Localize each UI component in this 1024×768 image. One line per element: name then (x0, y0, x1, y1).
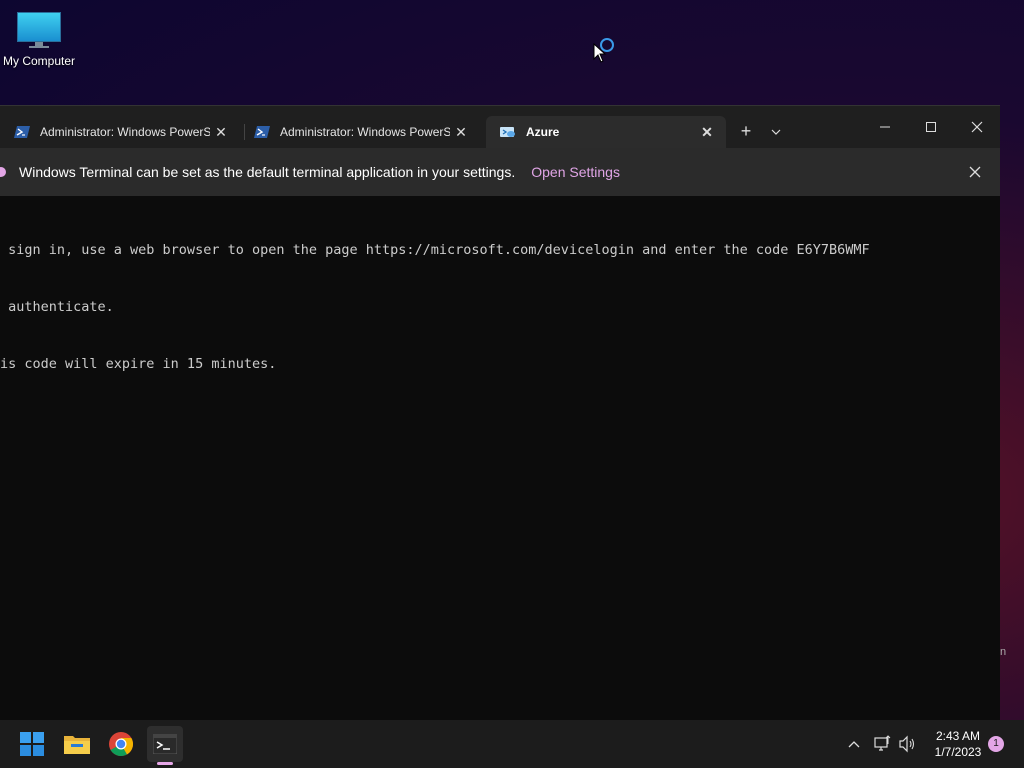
chevron-down-icon (771, 129, 781, 135)
infobar-message: Windows Terminal can be set as the defau… (19, 164, 516, 180)
tab-label: Administrator: Windows PowerShell (280, 125, 450, 139)
chrome-button[interactable] (103, 726, 139, 762)
chevron-up-icon (848, 741, 860, 748)
close-icon (971, 121, 983, 133)
tab-close-button[interactable]: ✕ (696, 124, 718, 141)
new-tab-button[interactable]: + (734, 120, 758, 144)
notification-badge[interactable]: 1 (988, 736, 1004, 752)
tab-label: Administrator: Windows PowerShell (40, 125, 210, 139)
tab-azure[interactable]: Azure ✕ (486, 116, 726, 148)
chrome-icon (109, 732, 133, 756)
open-settings-link[interactable]: Open Settings (531, 164, 620, 180)
tab-dropdown-button[interactable] (764, 120, 788, 144)
tab-close-button[interactable]: ✕ (210, 124, 232, 141)
desktop-icon-label: My Computer (2, 54, 76, 68)
show-hidden-icons-button[interactable] (844, 734, 864, 754)
clock-time: 2:43 AM (935, 729, 981, 743)
tab-powershell-2[interactable]: Administrator: Windows PowerShell ✕ (240, 116, 480, 148)
terminal-window: Administrator: Windows PowerShell ✕ Admi… (0, 105, 1000, 721)
tab-powershell-1[interactable]: Administrator: Windows PowerShell ✕ (0, 116, 240, 148)
busy-spinner-icon (600, 38, 614, 52)
terminal-line: sign in, use a web browser to open the p… (0, 242, 870, 258)
close-icon (969, 166, 981, 178)
background-window-fragment: n (1000, 646, 1007, 658)
file-explorer-button[interactable] (59, 726, 95, 762)
tab-label: Azure (526, 125, 560, 139)
azure-cloud-shell-icon (500, 127, 515, 137)
powershell-icon (14, 126, 30, 138)
volume-button[interactable] (896, 734, 918, 754)
folder-icon (64, 736, 90, 754)
terminal-taskbar-button[interactable] (147, 726, 183, 762)
volume-icon (899, 735, 915, 753)
terminal-line: authenticate. (0, 299, 114, 315)
network-button[interactable] (872, 734, 894, 754)
minimize-button[interactable] (862, 112, 908, 142)
monitor-icon (17, 12, 61, 48)
terminal-icon (153, 734, 177, 754)
infobar-close-button[interactable] (964, 161, 986, 183)
close-window-button[interactable] (954, 112, 1000, 142)
network-icon (874, 735, 891, 751)
start-button[interactable] (14, 726, 50, 762)
desktop-icon-my-computer[interactable]: My Computer (0, 8, 78, 68)
terminal-output[interactable]: sign in, use a web browser to open the p… (0, 203, 1000, 718)
maximize-icon (926, 122, 936, 132)
tab-bar: Administrator: Windows PowerShell ✕ Admi… (0, 106, 1000, 148)
default-terminal-infobar: Windows Terminal can be set as the defau… (0, 148, 1000, 196)
terminal-line: is code will expire in 15 minutes. (0, 356, 277, 372)
clock-date: 1/7/2023 (934, 745, 982, 759)
windows-start-icon (20, 732, 44, 756)
taskbar-clock[interactable]: 2:43 AM 1/7/2023 (928, 728, 988, 760)
info-icon (0, 167, 6, 177)
tab-close-button[interactable]: ✕ (450, 124, 472, 141)
powershell-icon (254, 126, 270, 138)
taskbar: 2:43 AM 1/7/2023 1 (0, 720, 1024, 768)
active-app-indicator (157, 762, 173, 765)
maximize-button[interactable] (908, 112, 954, 142)
minimize-icon (880, 126, 890, 128)
